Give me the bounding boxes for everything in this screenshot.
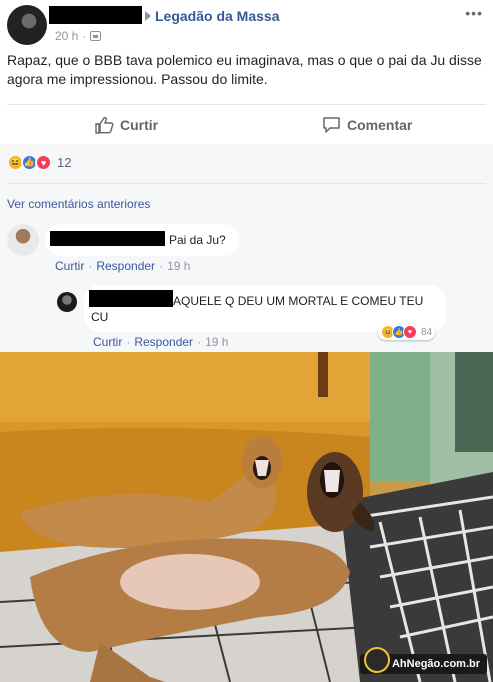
comment-button[interactable]: Comentar <box>322 106 412 143</box>
love-icon: ♥ <box>35 154 52 171</box>
comment-time[interactable]: 19 h <box>167 259 190 273</box>
redacted-commenter-name <box>50 231 165 246</box>
reactions-summary[interactable]: 😆 👍 ♥ 12 <box>7 154 71 171</box>
watermark-logo-icon <box>363 647 390 673</box>
reply-reactions[interactable]: 😆 👍 ♥ 84 <box>378 324 436 340</box>
comment-actions: Curtir · Responder · 19 h <box>55 259 191 273</box>
view-previous-comments-link[interactable]: Ver comentários anteriores <box>7 197 150 211</box>
comment-reply-link[interactable]: Responder <box>96 259 155 273</box>
divider <box>7 104 486 105</box>
comment-like-link[interactable]: Curtir <box>55 259 84 273</box>
reply-actions: Curtir · Responder · 19 h <box>93 335 229 349</box>
author-avatar[interactable] <box>7 5 47 45</box>
comment-label: Comentar <box>347 116 413 133</box>
reply-reply-link[interactable]: Responder <box>134 335 193 349</box>
reply-like-link[interactable]: Curtir <box>93 335 122 349</box>
page-name-link[interactable]: Legadão da Massa <box>155 8 280 24</box>
reaction-count[interactable]: 12 <box>57 155 71 170</box>
thumbs-up-icon <box>95 116 114 134</box>
redacted-author-name <box>49 6 142 24</box>
reply-reaction-count: 84 <box>421 326 433 338</box>
divider <box>7 183 486 184</box>
watermark-text: AhNegão.com.br <box>391 658 480 670</box>
watermark: AhNegão.com.br <box>359 647 487 674</box>
dogs-photo-image <box>0 352 493 682</box>
reply-text: AQUELE Q DEU UM MORTAL E COMEU TEU CU <box>91 294 424 324</box>
post-time[interactable]: 20 h <box>55 29 78 43</box>
more-options-button[interactable]: ••• <box>465 5 483 21</box>
commenter-avatar[interactable] <box>7 224 39 256</box>
post-photo[interactable]: AhNegão.com.br <box>0 352 493 682</box>
reply-time[interactable]: 19 h <box>205 335 228 349</box>
like-label: Curtir <box>120 116 159 133</box>
comment-text: Pai da Ju? <box>169 233 226 247</box>
comment-icon <box>323 116 340 133</box>
reply-avatar[interactable] <box>57 292 77 312</box>
post-meta: 20 h · <box>55 29 102 43</box>
audience-icon[interactable] <box>90 31 102 41</box>
comment-bubble: Pai da Ju? <box>45 224 240 256</box>
like-button[interactable]: Curtir <box>95 106 158 143</box>
shared-to-arrow-icon <box>145 11 151 21</box>
post-text: Rapaz, que o BBB tava polemico eu imagin… <box>7 52 482 87</box>
love-icon: ♥ <box>403 325 417 339</box>
post-header: Legadão da Massa 20 h · ••• <box>0 0 493 50</box>
action-bar: Curtir Comentar <box>0 106 493 143</box>
